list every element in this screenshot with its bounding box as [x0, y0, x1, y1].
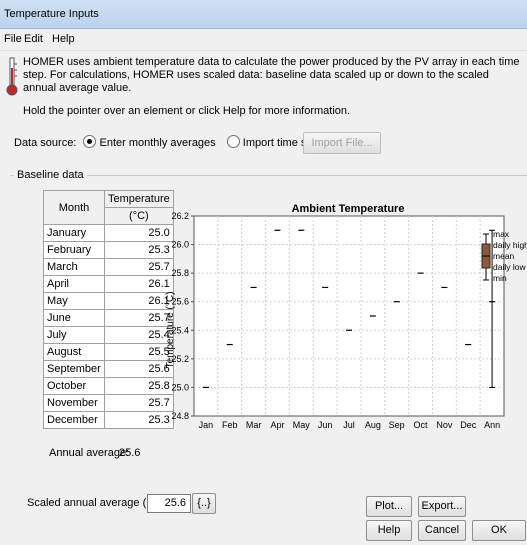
month-cell: December [43, 411, 105, 429]
legend-label: daily high [493, 240, 527, 250]
annual-average: Annual average: 25.6 [49, 447, 140, 459]
info-description: HOMER uses ambient temperature data to c… [23, 56, 520, 94]
month-cell: August [43, 343, 105, 361]
radio-timeseries[interactable] [226, 135, 240, 148]
month-cell: October [43, 377, 105, 395]
legend-label: max [493, 229, 510, 239]
data-source-label: Data source: [14, 137, 77, 149]
help-button[interactable]: Help [366, 520, 412, 541]
ambient-temperature-chart: Ambient Temperature Temperature (°C) 26.… [165, 203, 527, 430]
y-tick-label: 24.8 [171, 411, 189, 421]
month-cell: May [43, 292, 105, 310]
x-tick-label: Mar [246, 420, 262, 430]
y-tick-label: 25.8 [171, 268, 189, 278]
column-header-month: Month [43, 190, 105, 225]
x-tick-label: Feb [222, 420, 238, 430]
month-cell: February [43, 241, 105, 259]
menu-file[interactable]: File [4, 33, 22, 45]
chart-title: Ambient Temperature [292, 203, 405, 215]
radio-monthly-label[interactable]: Enter monthly averages [100, 137, 216, 149]
x-tick-label: Ann [484, 420, 500, 430]
month-cell: January [43, 224, 105, 242]
y-tick-label: 25.4 [171, 325, 189, 335]
thermometer-icon [6, 57, 18, 96]
plot-button[interactable]: Plot... [366, 496, 412, 517]
annual-average-value: 25.6 [119, 447, 141, 459]
y-tick-label: 25.0 [171, 382, 189, 392]
y-tick-label: 25.2 [171, 354, 189, 364]
plot-area [193, 215, 505, 417]
y-tick-label: 26.2 [171, 211, 189, 221]
month-cell: July [43, 326, 105, 344]
cancel-button[interactable]: Cancel [418, 520, 466, 541]
info-hint: Hold the pointer over an element or clic… [23, 105, 351, 117]
annual-average-label: Annual average: [49, 447, 130, 459]
window-title: Temperature Inputs [4, 8, 99, 20]
x-tick-label: Nov [436, 420, 453, 430]
x-tick-label: Jan [199, 420, 214, 430]
baseline-group-label: Baseline data [14, 169, 87, 181]
ok-button[interactable]: OK [472, 520, 526, 541]
x-tick-label: Apr [270, 420, 284, 430]
import-file-button[interactable]: Import File... [303, 132, 381, 154]
y-tick-label: 26.0 [171, 240, 189, 250]
x-tick-label: Sep [389, 420, 405, 430]
scaled-annual-average-label: Scaled annual average (°C) [27, 497, 163, 509]
month-cell: June [43, 309, 105, 327]
menu-edit[interactable]: Edit [24, 33, 43, 45]
x-tick-label: Oct [414, 420, 429, 430]
menu-help[interactable]: Help [52, 33, 75, 45]
sensitivity-button[interactable]: {..} [192, 493, 216, 514]
legend-label: mean [493, 251, 515, 261]
x-tick-label: Jul [343, 420, 355, 430]
legend-label: daily low [493, 262, 526, 272]
menu-bar: File Edit Help [0, 29, 527, 51]
y-tick-label: 25.6 [171, 297, 189, 307]
radio-monthly[interactable] [83, 135, 97, 148]
x-tick-label: Aug [365, 420, 381, 430]
month-cell: March [43, 258, 105, 276]
legend-label: min [493, 273, 507, 283]
x-tick-label: Jun [318, 420, 333, 430]
scaled-annual-average-input[interactable]: 25.6 [147, 494, 191, 513]
x-tick-label: Dec [460, 420, 477, 430]
title-bar: Temperature Inputs [0, 0, 527, 29]
month-cell: April [43, 275, 105, 293]
month-cell: November [43, 394, 105, 412]
x-tick-label: May [293, 420, 311, 430]
export-button[interactable]: Export... [418, 496, 466, 517]
info-text: HOMER uses ambient temperature data to c… [23, 56, 523, 118]
month-cell: September [43, 360, 105, 378]
